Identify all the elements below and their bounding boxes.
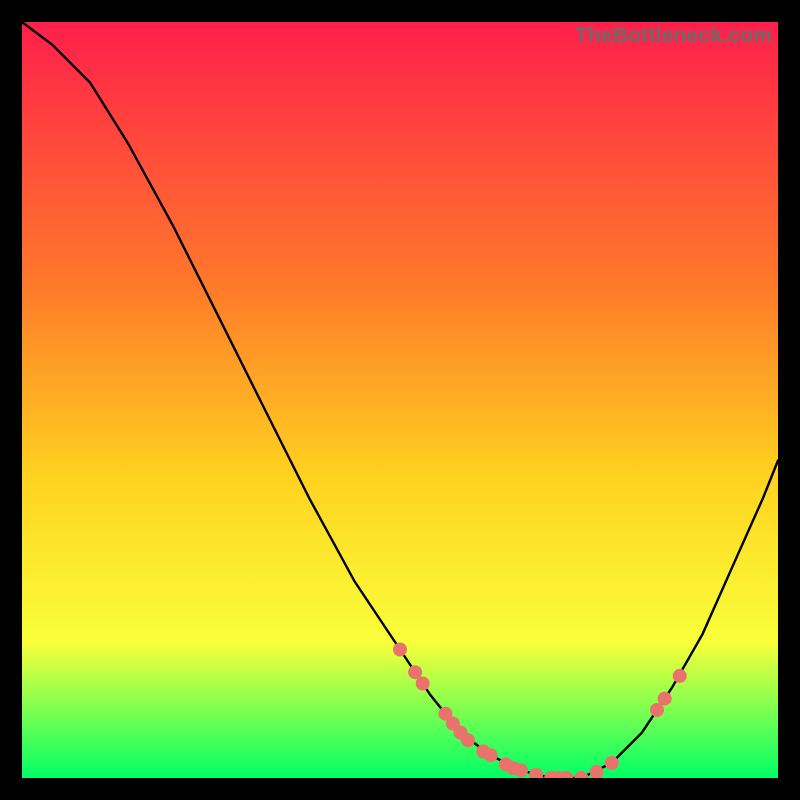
data-point bbox=[484, 748, 498, 762]
data-point bbox=[461, 733, 475, 747]
data-point bbox=[658, 692, 672, 706]
data-point bbox=[605, 756, 619, 770]
watermark-label: TheBottleneck.com bbox=[575, 24, 772, 48]
data-point bbox=[416, 677, 430, 691]
data-point bbox=[673, 669, 687, 683]
bottleneck-chart bbox=[22, 22, 778, 778]
data-point bbox=[393, 643, 407, 657]
data-point bbox=[650, 703, 664, 717]
data-point bbox=[514, 763, 528, 777]
chart-frame: TheBottleneck.com bbox=[22, 22, 778, 778]
gradient-background bbox=[22, 22, 778, 778]
